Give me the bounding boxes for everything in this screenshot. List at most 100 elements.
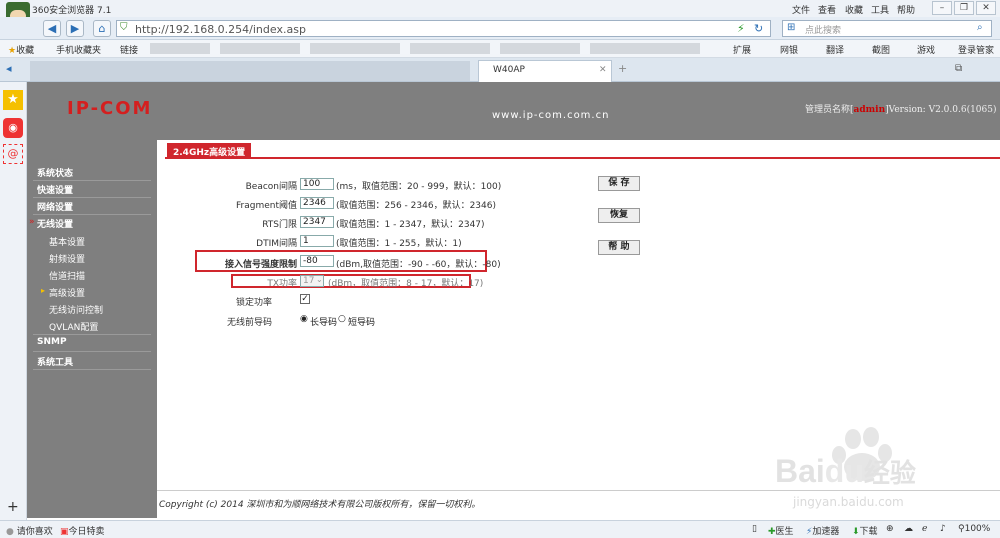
screenshot-button[interactable]: 截图 xyxy=(872,43,890,56)
watermark-brand-text: Bai xyxy=(775,453,825,489)
lightning-icon[interactable]: ⚡ xyxy=(737,22,745,35)
menu-rf-setup[interactable]: 射频设置 xyxy=(49,252,85,265)
dot-icon: ● xyxy=(6,527,14,537)
preamble-short-label: 短导码 xyxy=(348,318,376,328)
cloud-icon[interactable]: ☁ xyxy=(904,524,913,534)
restore-button[interactable]: 恢复 xyxy=(598,208,640,223)
menu-system-tools[interactable]: 系统工具 xyxy=(37,355,73,368)
report-label: 请你喜欢 xyxy=(16,527,53,537)
fragment-input[interactable]: 2346 xyxy=(300,197,334,209)
watermark-brand: Baidu经验 xyxy=(775,453,916,490)
links-folder[interactable]: 链接 xyxy=(120,43,138,56)
restore-icon[interactable]: ❐ xyxy=(954,1,974,15)
status-icon[interactable]: ⊕ xyxy=(886,524,894,534)
menu-help[interactable]: 帮助 xyxy=(897,3,915,16)
blurred-bookmark xyxy=(220,43,300,54)
game-button[interactable]: 游戏 xyxy=(917,43,935,56)
sound-icon[interactable]: ♪ xyxy=(940,524,946,534)
save-button[interactable]: 保 存 xyxy=(598,176,640,191)
menu-favorites[interactable]: 收藏 xyxy=(845,3,863,16)
tab-w40ap[interactable]: W40AP ✕ xyxy=(478,60,612,82)
weibo-icon[interactable]: ◉ xyxy=(3,118,23,138)
favorites-button[interactable]: ★收藏 xyxy=(8,43,34,56)
mail-icon[interactable]: @ xyxy=(3,144,23,164)
accelerator-link[interactable]: ⚡加速器 xyxy=(806,524,839,537)
search-icon[interactable]: ⌕ xyxy=(977,22,983,33)
signal-limit-hint: (dBm,取值范围：-90 - -60，默认：-80) xyxy=(336,260,501,270)
search-engine-icon[interactable]: ⊞ xyxy=(787,22,795,33)
admin-label: 管理员名称 xyxy=(805,105,851,115)
phone-icon[interactable]: ▯ xyxy=(752,524,757,534)
tx-power-label: TX功率 xyxy=(267,279,297,289)
menu-snmp[interactable]: SNMP xyxy=(37,337,67,347)
menu-channel-scan[interactable]: 信道扫描 xyxy=(49,269,85,282)
lock-power-checkbox[interactable]: ✓ xyxy=(300,294,310,304)
section-divider xyxy=(165,157,1000,159)
menu-basic-setup[interactable]: 基本设置 xyxy=(49,235,85,248)
new-tab-icon[interactable]: + xyxy=(618,62,627,75)
watermark-url: jingyan.baidu.com xyxy=(793,495,904,509)
sidebar-toggle-icon[interactable]: ◂ xyxy=(6,62,12,75)
watermark-brand-cn: 经验 xyxy=(863,458,916,488)
download-label: 下载 xyxy=(859,527,878,537)
preamble-short-radio[interactable]: ○ xyxy=(338,314,346,324)
beacon-input[interactable]: 100 xyxy=(300,178,334,190)
blurred-tab[interactable] xyxy=(30,61,470,81)
ie-icon[interactable]: ℯ xyxy=(922,524,927,534)
divider xyxy=(33,369,151,370)
address-bar[interactable]: ⛉ http://192.168.0.254/index.asp ⚡ ↻ xyxy=(116,20,771,37)
menu-tools[interactable]: 工具 xyxy=(871,3,889,16)
mobile-favorites-link[interactable]: 手机收藏夹 xyxy=(56,43,101,56)
dtim-input[interactable]: 1 xyxy=(300,235,334,247)
tab-list-icon[interactable]: ⧉ xyxy=(955,63,962,74)
menu-file[interactable]: 文件 xyxy=(792,3,810,16)
back-icon[interactable]: ◀ xyxy=(43,20,61,37)
minimize-icon[interactable]: – xyxy=(932,1,952,15)
chevron-down-icon[interactable]: ⌄ xyxy=(316,275,323,284)
tab-bar: ◂ W40AP ✕ + ⧉ xyxy=(0,58,1000,82)
search-box[interactable]: ⊞ 点此搜索 ⌕ xyxy=(782,20,992,37)
preamble-label: 无线前导码 xyxy=(226,318,272,328)
copyright: Copyright (c) 2014 深圳市和为顺网络技术有限公司版权所有，保留… xyxy=(159,500,481,510)
home-icon[interactable]: ⌂ xyxy=(93,20,111,37)
version-text: Version: V2.0.0.6(1065) xyxy=(888,105,997,115)
zoom-label: 100% xyxy=(964,524,991,534)
translate-button[interactable]: 翻译 xyxy=(826,43,844,56)
close-icon[interactable]: ✕ xyxy=(976,1,996,15)
accelerator-label: 加速器 xyxy=(812,527,840,537)
browser-title-bar: 360安全浏览器 7.1 文件 查看 收藏 工具 帮助 – ❐ ✕ xyxy=(0,0,1000,17)
menu-wireless-setup[interactable]: 无线设置 xyxy=(37,217,73,230)
section-title: 2.4GHz高级设置 xyxy=(167,143,252,158)
menu-qvlan-config[interactable]: QVLAN配置 xyxy=(49,320,98,333)
menu-wireless-access-control[interactable]: 无线访问控制 xyxy=(49,303,103,316)
report-link[interactable]: ● 请你喜欢 xyxy=(6,524,53,537)
dtim-hint: (取值范围：1 - 255，默认：1) xyxy=(336,239,462,249)
doctor-link[interactable]: ✚医生 xyxy=(768,524,794,537)
help-button[interactable]: 帮 助 xyxy=(598,240,640,255)
favorites-star-icon[interactable]: ★ xyxy=(3,90,23,110)
signal-limit-input[interactable]: -80 xyxy=(300,255,334,267)
zoom-level[interactable]: ⚲100% xyxy=(958,524,990,534)
baidu-watermark: Baidu经验 jingyan.baidu.com xyxy=(775,425,990,520)
divider xyxy=(33,180,151,181)
ebank-button[interactable]: 网银 xyxy=(780,43,798,56)
rts-input[interactable]: 2347 xyxy=(300,216,334,228)
blurred-bookmark xyxy=(500,43,580,54)
menu-system-status[interactable]: 系统状态 xyxy=(37,166,73,179)
today-sale-link[interactable]: ▣今日特卖 xyxy=(60,524,105,537)
add-icon[interactable]: + xyxy=(7,499,19,515)
search-placeholder: 点此搜索 xyxy=(805,26,842,36)
download-link[interactable]: ⬇下载 xyxy=(852,524,878,537)
preamble-long-radio[interactable]: ◉ xyxy=(300,314,308,324)
menu-network-setup[interactable]: 网络设置 xyxy=(37,200,73,213)
refresh-icon[interactable]: ↻ xyxy=(754,22,763,35)
tab-close-icon[interactable]: ✕ xyxy=(599,65,607,75)
menu-quick-setup[interactable]: 快速设置 xyxy=(37,183,73,196)
tab-label: W40AP xyxy=(493,65,525,75)
blurred-bookmark xyxy=(150,43,210,54)
extensions-button[interactable]: 扩展 xyxy=(733,43,751,56)
menu-view[interactable]: 查看 xyxy=(818,3,836,16)
login-manager-button[interactable]: 登录管家 xyxy=(958,43,994,56)
menu-advanced-setup[interactable]: 高级设置 xyxy=(49,286,85,299)
forward-icon[interactable]: ▶ xyxy=(66,20,84,37)
